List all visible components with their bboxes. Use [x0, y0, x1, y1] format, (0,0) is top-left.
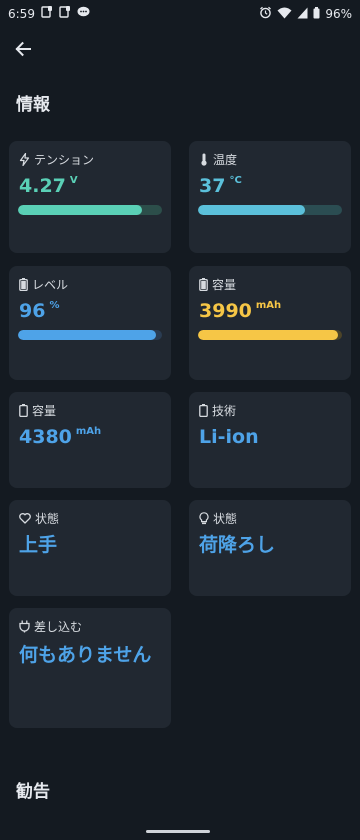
temperature-bar-fill [198, 205, 305, 215]
voltage-bar [18, 205, 162, 215]
bolt-icon [19, 152, 30, 166]
temperature-value: 37 [199, 175, 226, 197]
status-left: 6:59 [8, 6, 90, 21]
card-header: 状態 [199, 510, 341, 526]
back-button[interactable] [10, 36, 36, 62]
level-unit: % [49, 300, 60, 311]
voltage-label: テンション [34, 152, 95, 167]
battery-icon [19, 277, 28, 291]
capacity-current-value: 3990 [199, 300, 252, 322]
charge-status-card[interactable]: 状態 荷降ろし [189, 500, 351, 596]
arrow-left-icon [15, 41, 31, 57]
health-label: 状態 [35, 511, 60, 526]
signal-icon [297, 7, 308, 22]
voltage-unit: V [69, 175, 78, 186]
level-value: 96 [19, 300, 46, 322]
voltage-bar-fill [18, 205, 142, 215]
capacity-current-bar [198, 330, 342, 340]
temperature-unit: °C [229, 175, 242, 186]
chat-icon [77, 6, 90, 21]
capacity-design-card[interactable]: 容量 4380 mAh [9, 392, 171, 488]
card-header: テンション [19, 151, 161, 167]
capacity-current-label: 容量 [212, 277, 237, 292]
capacity-current-unit: mAh [255, 300, 282, 311]
lightbulb-icon [199, 511, 209, 524]
section-title-info: 情報 [16, 95, 50, 115]
technology-card[interactable]: 技術 Li-ion [189, 392, 351, 488]
battery-outline-icon [199, 403, 208, 417]
battery-icon [313, 6, 320, 22]
capacity-design-label: 容量 [32, 403, 57, 418]
card-header: 技術 [199, 402, 341, 418]
voltage-value: 4.27 [19, 175, 66, 197]
battery-icon [199, 277, 208, 291]
level-label: レベル [32, 277, 69, 292]
heart-icon [19, 512, 31, 524]
card-header: 容量 [19, 402, 161, 418]
level-bar [18, 330, 162, 340]
plugged-value: 何もありません [19, 644, 152, 666]
notification-icon [59, 6, 71, 21]
battery-percent: 96% [325, 7, 352, 21]
plug-icon [19, 620, 30, 632]
card-header: 温度 [199, 151, 341, 167]
status-bar: 6:59 96% [0, 0, 360, 28]
thermometer-icon [201, 153, 207, 166]
card-header: レベル [19, 276, 161, 292]
card-header: 差し込む [19, 618, 161, 634]
card-header: 容量 [199, 276, 341, 292]
status-time: 6:59 [8, 6, 35, 21]
notification-icon [41, 6, 53, 21]
technology-label: 技術 [212, 403, 237, 418]
wifi-icon [277, 7, 292, 22]
health-card[interactable]: 状態 上手 [9, 500, 171, 596]
temperature-bar [198, 205, 342, 215]
capacity-design-unit: mAh [75, 426, 102, 437]
temperature-card[interactable]: 温度 37 °C [189, 141, 351, 253]
capacity-design-value: 4380 [19, 426, 72, 448]
alarm-icon [259, 6, 272, 22]
capacity-current-card[interactable]: 容量 3990 mAh [189, 266, 351, 380]
card-header: 状態 [19, 510, 161, 526]
technology-value: Li-ion [199, 426, 259, 448]
status-right: 96% [259, 6, 352, 22]
charge-status-label: 状態 [213, 511, 238, 526]
health-value: 上手 [19, 534, 58, 556]
battery-outline-icon [19, 403, 28, 417]
voltage-card[interactable]: テンション 4.27 V [9, 141, 171, 253]
section-title-advice: 勧告 [16, 782, 50, 802]
capacity-current-bar-fill [198, 330, 338, 340]
temperature-label: 温度 [213, 152, 238, 167]
charge-status-value: 荷降ろし [199, 534, 276, 556]
plugged-card[interactable]: 差し込む 何もありません [9, 608, 171, 728]
level-bar-fill [18, 330, 157, 340]
level-card[interactable]: レベル 96 % [9, 266, 171, 380]
plugged-label: 差し込む [34, 619, 83, 634]
home-indicator[interactable] [146, 830, 210, 833]
